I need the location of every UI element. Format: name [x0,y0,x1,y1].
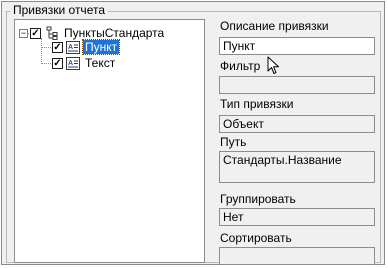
group-by-label: Группировать [220,192,296,206]
child-checkbox-punkt[interactable]: ✓ [52,42,63,53]
path-label: Путь [220,135,247,149]
group-by-field[interactable]: Нет [219,208,375,226]
tree-node-punkt[interactable]: Пункт [81,39,121,55]
description-field[interactable]: Пункт [219,37,375,55]
description-label: Описание привязки [220,19,329,33]
tree-connector [41,47,51,48]
sort-label: Сортировать [220,231,292,245]
svg-text:A: A [68,60,73,67]
hierarchy-icon [46,26,58,40]
tree-node-tekst[interactable]: Текст [85,56,115,70]
binding-type-label: Тип привязки [220,97,294,111]
tree-connector [41,63,51,64]
path-field[interactable]: Стандарты.Название [219,151,375,183]
root-checkbox[interactable]: ✓ [30,28,41,39]
child-checkbox-tekst[interactable]: ✓ [52,58,63,69]
collapse-toggle[interactable]: − [19,29,28,38]
sort-field[interactable] [219,247,375,265]
report-bindings-panel: Привязки отчета − ✓ ПунктыСтандарта ✓ A [1,1,385,265]
filter-label: Фильтр [220,59,261,73]
text-field-icon: A [66,41,80,54]
filter-field[interactable] [219,76,375,94]
tree-connector [41,38,42,64]
svg-text:A: A [68,44,73,51]
tree-node-root[interactable]: ПунктыСтандарта [64,26,164,40]
text-field-icon: A [66,57,80,70]
binding-type-field[interactable]: Объект [219,115,375,133]
bindings-tree[interactable]: − ✓ ПунктыСтандарта ✓ A Пункт ✓ A Текст [14,19,205,263]
mouse-pointer-icon [267,56,279,74]
group-title: Привязки отчета [10,4,108,17]
